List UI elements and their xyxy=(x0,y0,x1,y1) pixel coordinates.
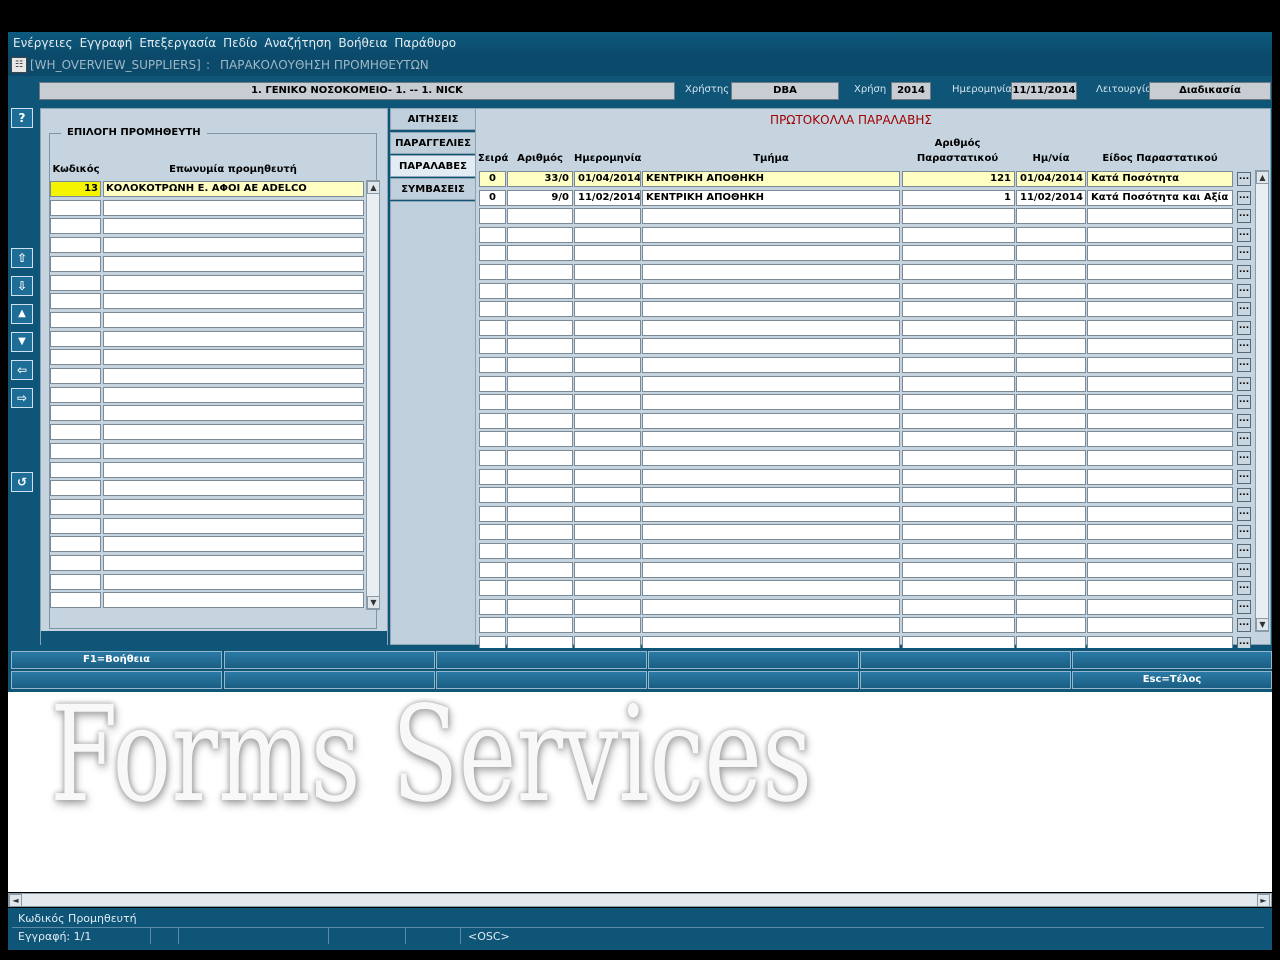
status-bar: Κωδικός Προμηθευτή Εγγραφή: 1/1 <OSC> xyxy=(8,908,1272,950)
hscroll-right[interactable]: ► xyxy=(1257,894,1270,907)
record-indicator: Εγγραφή: 1/1 xyxy=(18,930,92,943)
status-sep-5 xyxy=(460,928,461,944)
function-key-button[interactable]: F1=Βοήθεια xyxy=(11,651,222,669)
function-key-button[interactable] xyxy=(1072,651,1272,669)
function-key-button[interactable] xyxy=(648,651,859,669)
watermark-text: Forms Services xyxy=(50,678,813,832)
function-keys: F1=Βοήθεια Esc=Τέλος xyxy=(0,0,1280,700)
status-sep-3 xyxy=(328,928,329,944)
hscroll-left[interactable]: ◄ xyxy=(9,894,22,907)
status-sep-1 xyxy=(150,928,151,944)
function-key-button[interactable] xyxy=(436,651,647,669)
horizontal-scrollbar[interactable]: ◄ ► xyxy=(8,893,1272,907)
status-divider xyxy=(12,927,1264,928)
osc-indicator: <OSC> xyxy=(468,930,510,943)
function-key-button[interactable]: Esc=Τέλος xyxy=(1072,671,1272,689)
function-key-button[interactable] xyxy=(860,671,1071,689)
function-key-button[interactable] xyxy=(860,651,1071,669)
status-sep-4 xyxy=(405,928,406,944)
function-key-button[interactable] xyxy=(224,651,435,669)
status-message: Κωδικός Προμηθευτή xyxy=(18,912,137,925)
status-sep-2 xyxy=(178,928,179,944)
